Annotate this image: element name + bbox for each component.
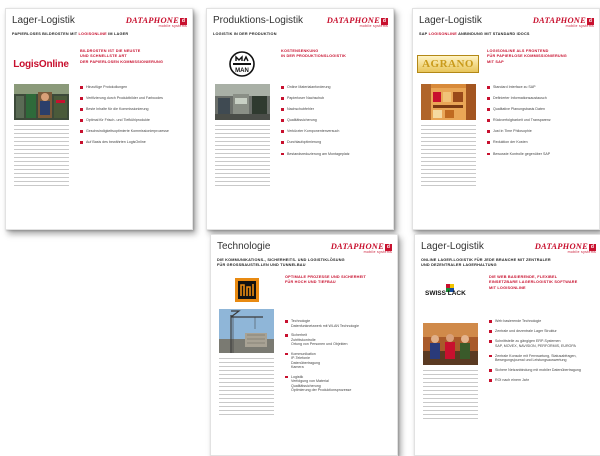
feature-list: Web basierende Technologie Zentrale und … [489,319,597,389]
highlight-text: Kostensenkung in der Produktionslogistik [281,49,347,59]
highlight-text: Bildrosten ist die neuste und schnellste… [80,49,164,64]
feature-list: Technologie Datenfunknetzwerk mit WLAN T… [285,319,393,398]
list-item: Zentrale und dezentrale Lager Struktur [489,329,597,334]
text-placeholder-lines [219,358,274,416]
dataphone-logo: DATAPHONE d mobile systems [326,15,388,28]
page-header: Technologie DATAPHONE d mobile systems [217,241,392,255]
brochure-page-produktions-logistik: Produktions-Logistik DATAPHONE d mobile s… [206,8,394,230]
feature-list: Standard Interface zu SAP Definierter In… [487,85,595,163]
feature-list: Hinzufüge Protokollungen Verifizierung d… [80,85,188,152]
list-item: Verkürzter Komponentenversuch [281,129,389,134]
list-item: Sichere Netzanbindung mit mobiler Datenü… [489,368,597,373]
page-title: Produktions-Logistik [213,15,304,26]
list-item: Rückverfolgbarkeit und Transparenz [487,118,595,123]
list-item: Zentrale Konsole mit Fernwartung, Status… [489,354,597,363]
list-item: Qualitätssicherung [281,118,389,123]
warehouse-shelves-photo [421,84,476,120]
page-subtitle: Logistik in der Produktion [213,32,277,36]
list-item: Definierter Informationsaustausch [487,96,595,101]
highlight-text: Die Web basierende, flexibel einsetzbare… [489,275,578,290]
list-item: Optimal für Frisch- und Tiefkühlprodukte [80,118,188,123]
brochure-page-lager-logistik-1: Lager-Logistik DATAPHONE d mobile systems… [5,8,193,230]
page-subtitle: Online Lager-Logistik für jede Branche m… [421,258,551,268]
team-photo [423,323,478,365]
dataphone-logo: DATAPHONE d mobile systems [125,15,187,28]
list-item: Verifizierung durch Produktbilder und Fa… [80,96,188,101]
page-subtitle: SAP LogisOnline Anbindung mit Standard I… [419,32,530,36]
production-photo [215,84,270,120]
page-header: Lager-Logistik DATAPHONE d mobile systems [12,15,187,29]
list-item: Reduktion der Kosten [487,140,595,145]
list-item: Hinzufüge Protokollungen [80,85,188,90]
warehouse-photo [14,84,69,120]
list-item: Online Materialanforderung [281,85,389,90]
svg-text:SWISS LACK: SWISS LACK [425,290,466,297]
highlight-text: Optimale Prozesse und Sicherheit für Hoc… [285,275,367,285]
list-item: Schnittstelle zu gängigen ERP-Systemen S… [489,339,597,348]
page-header: Produktions-Logistik DATAPHONE d mobile s… [213,15,388,29]
page-subtitle: Die Kommunikations-, Sicherheits- und Lo… [217,258,345,268]
brochure-page-lager-logistik-online: Lager-Logistik DATAPHONE d mobile systems… [414,234,600,456]
list-item: Auf Basis des bewährten LogisOnline [80,140,188,145]
list-item: ROI nach einem Jahr [489,378,597,383]
list-item: Web basierende Technologie [489,319,597,324]
page-header: Lager-Logistik DATAPHONE d mobile systems [419,15,594,29]
brochure-page-lager-logistik-sap: Lager-Logistik DATAPHONE d mobile systems… [412,8,600,230]
dataphone-logo: DATAPHONE d mobile systems [330,241,392,254]
page-title: Technologie [217,241,271,252]
dataphone-logo: DATAPHONE d mobile systems [532,15,594,28]
page-header: Lager-Logistik DATAPHONE d mobile systems [421,241,596,255]
list-item: Bewusste Kontrolle gegenüber SAP [487,152,595,157]
man-logo: MAN [217,49,267,79]
list-item: Papierloser Nachschub [281,96,389,101]
feature-list: Online Materialanforderung Papierloser N… [281,85,389,163]
logisonline-logo: LogisOnline [13,58,69,70]
list-item: Nachschubfehler [281,107,389,112]
list-item: Bestandsreduzierung am Montageplatz [281,152,389,157]
agrano-logo: AGRANO [417,49,479,79]
highlight-text: LogisOnline als Frontend für papierlose … [487,49,567,64]
page-title: Lager-Logistik [421,241,484,252]
list-item: Standard Interface zu SAP [487,85,595,90]
page-title: Lager-Logistik [12,15,75,26]
text-placeholder-lines [423,370,478,420]
list-item: Sicherheit Zutrittskontrolle Ortung von … [285,333,393,347]
list-item: Durchlaufoptimierung [281,140,389,145]
text-placeholder-lines [215,125,270,187]
text-placeholder-lines [14,125,69,187]
page-title: Lager-Logistik [419,15,482,26]
dataphone-logo: DATAPHONE d mobile systems [534,241,596,254]
list-item: Logistik Verfolgung von Material Qualitä… [285,375,393,393]
construction-crane-photo [219,309,274,353]
svg-text:MAN: MAN [235,68,249,74]
list-item: Beste Inhalte für die Kommissionierung [80,107,188,112]
brochure-page-technologie: Technologie DATAPHONE d mobile systems Di… [210,234,398,456]
page-subtitle: Papierloses Bildrosten mit LogisOnline i… [12,32,129,36]
list-item: Geschwindigkeitsoptimierte Kommissionier… [80,129,188,134]
list-item: Just in Time Philosophie [487,129,595,134]
list-item: Kommunikation IP-Telefonie Datenübertrag… [285,352,393,370]
construction-logo [235,275,285,305]
list-item: Qualitative Planungsbasis Daten [487,107,595,112]
swiss-lack-logo: SWISS LACK [425,275,475,305]
list-item: Technologie Datenfunknetzwerk mit WLAN T… [285,319,393,328]
text-placeholder-lines [421,125,476,187]
